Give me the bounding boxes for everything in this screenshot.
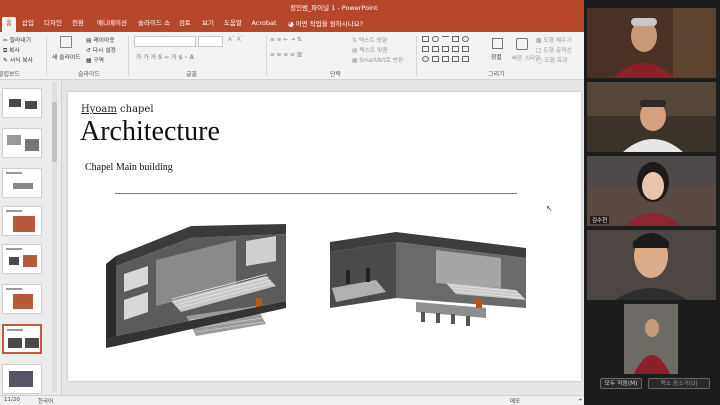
tab-animations[interactable]: 애니메이션 bbox=[94, 17, 130, 30]
more-shapes-icon[interactable] bbox=[462, 56, 469, 62]
copy-button[interactable]: ⧉ 복사 bbox=[3, 45, 20, 55]
smiley-shape-icon[interactable] bbox=[422, 56, 429, 62]
rectangle-shape-icon[interactable] bbox=[422, 36, 429, 42]
participant-person-image bbox=[623, 100, 683, 152]
group-separator bbox=[46, 36, 47, 76]
slides-group-label: 슬라이드 bbox=[78, 71, 101, 78]
shape-effects-button[interactable]: ◯ 도형 효과 bbox=[536, 55, 568, 64]
drawing-group-label: 그리기 bbox=[488, 71, 505, 78]
slide-thumbnail[interactable] bbox=[2, 364, 42, 394]
chapel-section-drawing-right[interactable] bbox=[326, 228, 532, 328]
connector-shape-icon[interactable] bbox=[442, 46, 449, 52]
slide-divider-line bbox=[115, 193, 517, 194]
window-title: 정인범_파이널 1 - PowerPoint bbox=[290, 4, 378, 12]
slide-thumbnail[interactable] bbox=[2, 284, 42, 314]
tab-insert[interactable]: 삽입 bbox=[20, 17, 36, 30]
tab-acrobat[interactable]: Acrobat bbox=[251, 17, 277, 30]
shape-fill-button[interactable]: ▩ 도형 채우기 bbox=[536, 35, 572, 44]
clipboard-group-label: 클립보드 bbox=[0, 71, 21, 78]
participant-video-tile[interactable] bbox=[587, 8, 716, 78]
slide-thumbnail[interactable] bbox=[2, 168, 42, 198]
slide-title[interactable]: Architecture bbox=[80, 116, 220, 148]
arrange-icon[interactable] bbox=[492, 38, 503, 49]
slide-canvas[interactable]: Hyoam chapel Architecture Chapel Main bu… bbox=[68, 92, 581, 381]
slide-thumbnail[interactable] bbox=[2, 244, 42, 274]
text-direction-button[interactable]: ⇅ 텍스트 방향 bbox=[352, 35, 387, 44]
participant-person-image bbox=[634, 319, 670, 374]
thumbnail-scrollbar[interactable] bbox=[52, 82, 57, 392]
tab-transitions[interactable]: 전환 bbox=[70, 17, 86, 30]
layout-button[interactable]: ▤ 레이아웃 bbox=[86, 35, 115, 44]
unmute-all-button[interactable]: 목소 음소거(U) bbox=[648, 378, 710, 389]
participant-person-image bbox=[625, 162, 681, 226]
participant-person-image bbox=[615, 233, 687, 300]
lightbulb-icon: ◕ bbox=[288, 20, 294, 28]
arrow-shape-icon[interactable] bbox=[422, 46, 429, 52]
group-separator bbox=[416, 36, 417, 76]
shape-outline-button[interactable]: □ 도형 윤곽선 bbox=[536, 45, 572, 54]
group-separator bbox=[128, 36, 129, 76]
section-button[interactable]: ▦ 구역 bbox=[86, 55, 104, 64]
new-slide-button[interactable]: 새 슬라이드 bbox=[52, 52, 81, 61]
tab-help[interactable]: 도움말 bbox=[222, 17, 244, 30]
bracket-shape-icon[interactable] bbox=[452, 56, 459, 62]
font-name-dropdown[interactable] bbox=[134, 36, 196, 47]
curve-shape-icon[interactable] bbox=[442, 56, 449, 62]
mute-all-button[interactable]: 모두 작음(M) bbox=[600, 378, 642, 389]
slide-thumbnail[interactable] bbox=[2, 88, 42, 118]
font-group-label: 글꼴 bbox=[186, 71, 198, 78]
slide-caption[interactable]: Chapel Main building bbox=[85, 162, 173, 173]
scrollbar-thumb[interactable] bbox=[52, 102, 57, 162]
triangle-shape-icon[interactable] bbox=[432, 46, 439, 52]
align-buttons[interactable]: ≡ ≡ ≡ ≡ ▥ bbox=[270, 52, 302, 58]
brace-shape-icon[interactable] bbox=[462, 46, 469, 52]
slide-counter: 11/20 bbox=[4, 397, 20, 403]
participant-name: 김수현 bbox=[590, 216, 610, 224]
font-style-buttons[interactable]: 가 가 가 S ↔ 가 $ – A bbox=[136, 52, 194, 61]
tab-design[interactable]: 디자인 bbox=[42, 17, 64, 30]
font-size-dropdown[interactable] bbox=[198, 36, 223, 47]
rounded-rectangle-shape-icon[interactable] bbox=[432, 36, 439, 42]
new-slide-icon[interactable] bbox=[60, 36, 72, 48]
font-size-buttons[interactable]: Aˆ Aˇ bbox=[228, 37, 244, 43]
cut-button[interactable]: ✂ 잘라내기 bbox=[3, 35, 31, 44]
group-separator bbox=[266, 36, 267, 76]
tab-home[interactable]: 홈 bbox=[2, 17, 16, 32]
powerpoint-window: 정인범_파이널 1 - PowerPoint 홈 삽입 디자인 전환 애니메이션… bbox=[0, 0, 720, 405]
tab-view[interactable]: 보기 bbox=[201, 17, 215, 30]
slide-thumbnail-selected[interactable] bbox=[2, 324, 42, 354]
tab-slideshow[interactable]: 슬라이드 쇼 bbox=[136, 17, 172, 30]
zoom-in-button[interactable]: + bbox=[578, 397, 583, 403]
callout-shape-icon[interactable] bbox=[432, 56, 439, 62]
paragraph-group-label: 단락 bbox=[330, 71, 342, 78]
chapel-section-drawing-left[interactable] bbox=[96, 216, 286, 348]
participant-person-image bbox=[613, 18, 675, 78]
quick-styles-icon[interactable] bbox=[516, 38, 528, 50]
list-buttons[interactable]: ≡ ≡ ⇤ ⇥ ⇅ bbox=[270, 37, 302, 43]
participant-video-tile[interactable] bbox=[624, 304, 678, 374]
video-call-gallery: 김수현 모두 작음(M) 목소 음소거(U) bbox=[584, 0, 720, 405]
arrange-button[interactable]: 정렬 bbox=[491, 52, 502, 61]
format-painter-button[interactable]: ✎ 서식 복사 bbox=[3, 55, 33, 64]
tab-review[interactable]: 검토 bbox=[178, 17, 192, 30]
align-text-button[interactable]: ▤ 텍스트 맞춤 bbox=[352, 45, 388, 54]
participant-video-tile[interactable]: 김수현 bbox=[587, 156, 716, 226]
participant-video-tile[interactable] bbox=[587, 230, 716, 300]
mouse-cursor-icon: ↖ bbox=[546, 204, 553, 213]
participant-video-tile[interactable] bbox=[587, 82, 716, 152]
line-shape-icon[interactable] bbox=[442, 36, 449, 42]
slide-thumbnail[interactable] bbox=[2, 206, 42, 236]
language-indicator: 한국어 bbox=[38, 399, 54, 405]
slide-subtitle[interactable]: Hyoam chapel bbox=[81, 104, 154, 115]
textbox-shape-icon[interactable] bbox=[452, 36, 459, 42]
notes-button[interactable]: 메모 bbox=[510, 397, 520, 405]
oval-shape-icon[interactable] bbox=[462, 36, 469, 42]
star-shape-icon[interactable] bbox=[452, 46, 459, 52]
tell-me-search[interactable]: ◕ 어떤 작업을 원하시나요? bbox=[288, 18, 363, 28]
convert-smartart-button[interactable]: ▦ SmartArt로 변환 bbox=[352, 55, 403, 64]
slide-thumbnail[interactable] bbox=[2, 128, 42, 158]
reset-button[interactable]: ↺ 다시 설정 bbox=[86, 45, 116, 54]
